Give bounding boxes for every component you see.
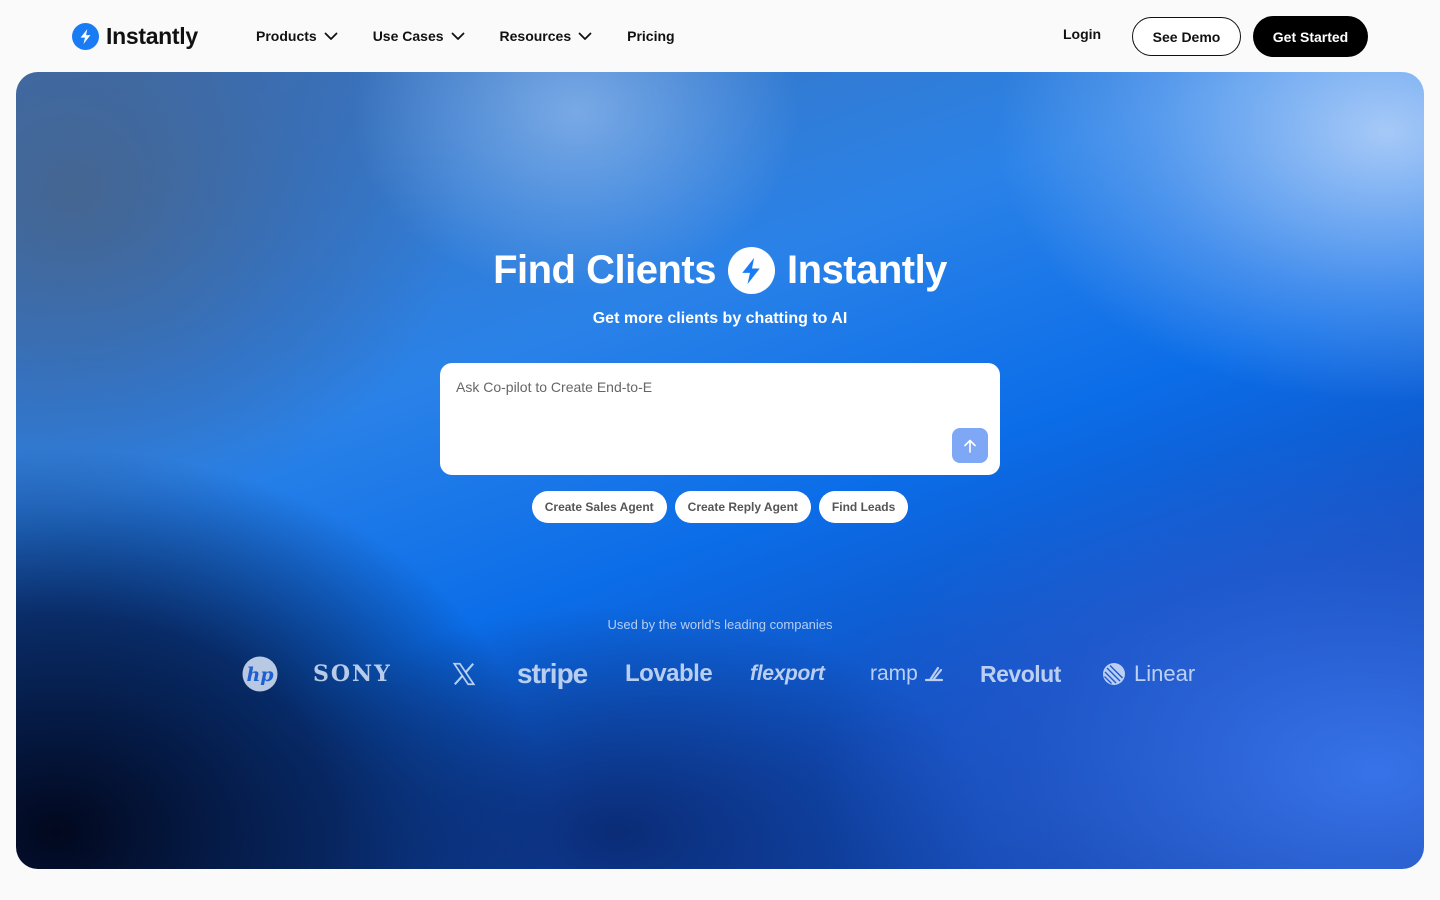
copilot-prompt-input[interactable] xyxy=(456,376,976,398)
svg-text:hp: hp xyxy=(246,664,274,686)
nav-use-cases[interactable]: Use Cases xyxy=(373,26,466,46)
linear-logo: Linear xyxy=(1102,652,1195,696)
hero-title: Find Clients Instantly xyxy=(16,247,1424,294)
nav-pricing[interactable]: Pricing xyxy=(627,26,674,46)
chip-find-leads[interactable]: Find Leads xyxy=(818,491,909,523)
used-by-text: Used by the world's leading companies xyxy=(607,617,833,632)
company-logos: hp SONY X stripe Lovable flexport ramp R… xyxy=(16,652,1424,696)
revolut-logo: Revolut xyxy=(980,660,1061,687)
ramp-logo: ramp xyxy=(870,652,944,696)
send-button[interactable] xyxy=(952,428,988,463)
chevron-down-icon xyxy=(578,32,592,40)
site-header: Instantly Products Use Cases Resources P… xyxy=(0,0,1440,72)
bolt-icon xyxy=(72,22,99,50)
hp-logo: hp xyxy=(242,652,278,696)
x-logo: X xyxy=(451,652,477,696)
chip-create-reply-agent[interactable]: Create Reply Agent xyxy=(674,491,811,523)
nav-use-cases-label: Use Cases xyxy=(372,28,444,44)
flexport-logo: flexport xyxy=(750,662,825,685)
nav-products-label: Products xyxy=(256,28,317,44)
main-nav: Products Use Cases Resources Pricing xyxy=(256,26,709,46)
stripe-logo: stripe xyxy=(517,658,588,689)
brand-logo[interactable]: Instantly xyxy=(72,21,198,51)
sony-logo: SONY xyxy=(313,661,392,687)
ramp-wordmark: ramp xyxy=(870,662,918,685)
suggestion-chips: Create Sales Agent Create Reply Agent Fi… xyxy=(16,491,1424,523)
lovable-logo: Lovable xyxy=(625,660,713,687)
arrow-up-icon xyxy=(964,439,976,453)
ramp-mark-icon xyxy=(924,666,943,682)
hero-section: Find Clients Instantly Get more clients … xyxy=(16,72,1424,869)
hero-title-right: Instantly xyxy=(786,248,947,292)
hero-title-left: Find Clients xyxy=(493,248,716,292)
copilot-prompt-box xyxy=(440,363,1000,475)
chevron-down-icon xyxy=(324,32,338,40)
nav-resources[interactable]: Resources xyxy=(500,26,594,46)
linear-mark-icon xyxy=(1103,663,1125,685)
chevron-down-icon xyxy=(451,32,464,40)
linear-wordmark: Linear xyxy=(1134,661,1196,686)
login-link[interactable]: Login xyxy=(1063,26,1101,42)
svg-text:X: X xyxy=(464,673,465,675)
hero-subtitle: Get more clients by chatting to AI xyxy=(592,310,848,327)
nav-resources-label: Resources xyxy=(499,28,572,44)
bolt-icon xyxy=(727,247,775,294)
see-demo-button[interactable]: See Demo xyxy=(1132,17,1241,56)
brand-name: Instantly xyxy=(106,22,198,49)
get-started-button[interactable]: Get Started xyxy=(1253,16,1368,57)
nav-products[interactable]: Products xyxy=(256,26,339,46)
chip-create-sales-agent[interactable]: Create Sales Agent xyxy=(531,491,667,523)
nav-pricing-label: Pricing xyxy=(627,28,675,44)
